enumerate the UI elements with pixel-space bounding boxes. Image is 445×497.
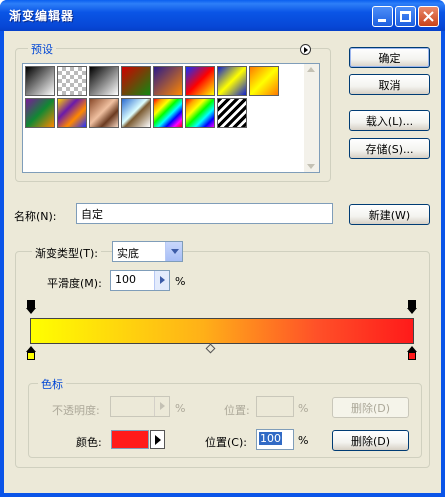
opacity-location-label: 位置: (224, 404, 250, 417)
color-stop-start-swatch (27, 352, 35, 360)
gradient-type-select[interactable]: 实底 (112, 241, 183, 262)
color-stop-end-swatch (408, 352, 416, 360)
preset-swatch-blue-yellow-blue[interactable] (217, 66, 247, 96)
opacity-stop-swatch (408, 300, 416, 308)
delete-opacity-stop-button[interactable]: 删除(D) (332, 397, 409, 418)
opacity-stop-left[interactable] (25, 300, 37, 316)
color-location-unit: % (298, 434, 309, 447)
minimize-button[interactable] (372, 6, 393, 27)
cancel-button[interactable]: 取消 (349, 74, 430, 95)
smoothness-value: 100 (115, 273, 136, 286)
close-icon (423, 11, 434, 22)
color-stop-left[interactable] (25, 346, 37, 362)
preset-swatch-red-green[interactable] (121, 66, 151, 96)
chevron-down-icon[interactable] (165, 242, 182, 261)
window-title: 渐变编辑器 (9, 9, 75, 23)
color-location-input[interactable]: 100 (256, 429, 294, 450)
stop-pointer-icon (407, 308, 417, 314)
opacity-stop-right[interactable] (406, 300, 418, 316)
preset-swatch-transparent-rainbow[interactable] (185, 98, 215, 128)
name-input[interactable]: 自定 (76, 203, 333, 224)
close-button[interactable] (418, 6, 439, 27)
delete-color-stop-button[interactable]: 删除(D) (332, 430, 409, 451)
preset-swatch-black-transparent[interactable] (57, 66, 87, 96)
preset-swatch-chrome[interactable] (121, 98, 151, 128)
smoothness-unit: % (175, 275, 186, 288)
color-location-label: 位置(C): (205, 436, 247, 449)
gradient-type-value: 实底 (117, 247, 139, 260)
preset-swatch-spectrum[interactable] (153, 98, 183, 128)
opacity-unit: % (175, 402, 186, 415)
title-bar[interactable]: 渐变编辑器 (0, 0, 445, 31)
maximize-button[interactable] (395, 6, 416, 27)
opacity-location-input[interactable] (256, 396, 294, 417)
opacity-slider-arrow-icon[interactable] (154, 397, 169, 416)
stop-pointer-icon (26, 308, 36, 314)
opacity-location-unit: % (298, 402, 309, 415)
preset-swatch-violet-green-orange[interactable] (25, 98, 55, 128)
maximize-icon (400, 11, 411, 22)
save-button[interactable]: 存储(S)... (349, 138, 430, 159)
new-button[interactable]: 新建(W) (349, 204, 430, 225)
preset-swatch-copper[interactable] (89, 98, 119, 128)
preset-swatch-transparent-stripes[interactable] (217, 98, 247, 128)
presets-menu-button[interactable] (300, 44, 311, 55)
minimize-icon (378, 19, 386, 22)
opacity-label: 不透明度: (52, 404, 100, 417)
opacity-input[interactable] (110, 396, 170, 417)
preset-swatch-black-white[interactable] (25, 66, 55, 96)
scroll-up-icon[interactable] (307, 67, 315, 72)
load-button[interactable]: 载入(L)... (349, 110, 430, 131)
presets-swatch-list (22, 63, 320, 173)
stops-label: 色标 (38, 376, 66, 392)
color-stop-right[interactable] (406, 346, 418, 362)
ok-button[interactable]: 确定 (349, 47, 430, 68)
preset-swatch-violet-orange[interactable] (153, 66, 183, 96)
presets-scrollbar[interactable] (304, 64, 319, 172)
smoothness-label: 平滑度(M): (47, 277, 102, 290)
smoothness-input[interactable]: 100 (110, 270, 170, 291)
gradient-type-label: 渐变类型(T): (32, 245, 102, 261)
opacity-stop-swatch (27, 300, 35, 308)
color-label: 颜色: (76, 436, 102, 449)
preset-swatch-orange-yellow[interactable] (249, 66, 279, 96)
preset-swatch-yellow-violet-orange-blue[interactable] (57, 98, 87, 128)
smoothness-slider-arrow-icon[interactable] (154, 271, 169, 290)
name-label: 名称(N): (14, 210, 57, 223)
stop-color-swatch[interactable] (111, 430, 149, 449)
color-menu-arrow-icon[interactable] (150, 430, 165, 449)
preset-swatch-foreground-background[interactable] (89, 66, 119, 96)
preset-swatch-blue-red-yellow[interactable] (185, 66, 215, 96)
gradient-preview-bar[interactable] (30, 318, 414, 344)
scroll-down-icon[interactable] (307, 164, 315, 169)
presets-label: 预设 (28, 41, 56, 57)
color-location-value: 100 (259, 432, 282, 445)
